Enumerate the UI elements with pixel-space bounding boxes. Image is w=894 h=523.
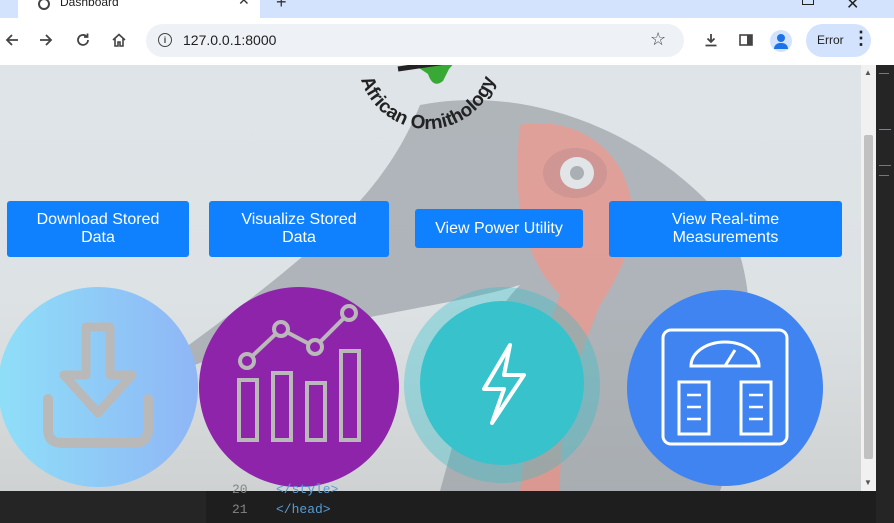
code-line[interactable]: </style> [276,482,338,497]
chart-circle[interactable] [199,287,399,487]
line-number: 20 [232,482,248,497]
code-editor[interactable]: 20 </style> 21 </head> [0,482,876,523]
tab-strip: Dashboard ✕ + ✕ [0,0,894,18]
download-stored-data-button[interactable]: Download Stored Data [7,201,189,257]
globe-icon [38,0,50,10]
realtime-button-label: View Real-time Measurements [671,211,780,246]
editor-sidebar [0,491,206,523]
editor-minimap [876,65,894,523]
download-button-label: Download Stored Data [36,211,160,246]
browser-toolbar: i 127.0.0.1:8000 ☆ Error ⋮ [0,18,894,65]
close-tab-icon[interactable]: ✕ [238,0,250,9]
svg-text:African Ornithology: African Ornithology [356,73,500,134]
logo-text: African Ornithology [356,73,500,134]
home-icon [112,33,126,47]
home-button[interactable] [107,28,131,52]
scale-icon [661,328,789,446]
new-tab-button[interactable]: + [276,0,287,13]
scale-circle[interactable] [627,290,823,486]
lightning-bolt-icon [482,343,526,425]
download-icon [43,322,153,448]
power-circle [420,301,584,465]
vertical-scrollbar[interactable]: ▲ ▼ [861,65,876,491]
tab-title: Dashboard [60,0,119,9]
power-circle-outer[interactable] [404,287,600,483]
download-circle[interactable] [0,287,198,487]
reload-icon [77,33,89,46]
side-panel-icon [739,34,753,46]
bookmark-star-icon[interactable]: ☆ [650,29,666,50]
logo: African Ornithology [356,65,500,134]
page-viewport: African Ornithology Download Stored Data… [0,65,861,491]
download-tray-icon [705,34,717,47]
error-menu-button[interactable]: Error ⋮ [806,24,871,57]
side-panel-button[interactable] [734,28,758,52]
visualize-button-label: Visualize Stored Data [241,211,357,246]
profile-avatar-icon[interactable] [770,30,792,52]
tab-dashboard[interactable]: Dashboard ✕ [18,0,260,18]
visualize-stored-data-button[interactable]: Visualize Stored Data [209,201,389,257]
downloads-button[interactable] [699,28,723,52]
power-button-label: View Power Utility [435,219,563,237]
more-vert-icon: ⋮ [852,28,870,48]
bar-chart-icon [237,304,361,442]
url-text[interactable]: 127.0.0.1:8000 [183,32,276,48]
reload-button[interactable] [71,28,95,52]
line-number: 21 [232,502,248,517]
scroll-down-icon[interactable]: ▼ [864,478,872,487]
view-realtime-measurements-button[interactable]: View Real-time Measurements [609,201,842,257]
back-button[interactable] [0,28,24,52]
view-power-utility-button[interactable]: View Power Utility [415,209,583,248]
forward-button[interactable] [34,28,58,52]
window-close-icon[interactable]: ✕ [846,0,859,14]
address-bar[interactable]: i 127.0.0.1:8000 ☆ [146,24,684,57]
error-label: Error [817,33,844,47]
code-line[interactable]: </head> [276,502,331,517]
scroll-up-icon[interactable]: ▲ [864,68,872,77]
maximize-icon[interactable] [802,0,814,5]
arrow-left-icon [5,34,18,46]
scrollbar-thumb[interactable] [864,135,873,459]
arrow-right-icon [40,34,53,46]
info-icon[interactable]: i [158,33,172,47]
